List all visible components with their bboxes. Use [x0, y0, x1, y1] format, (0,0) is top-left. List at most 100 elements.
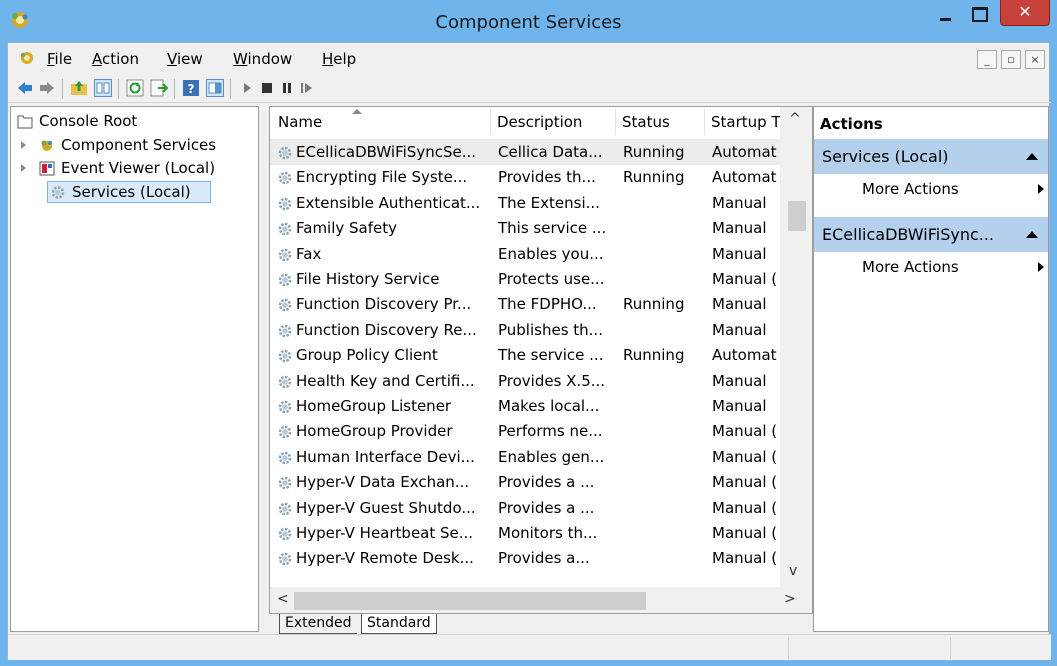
- forward-arrow-icon[interactable]: [38, 79, 56, 97]
- scroll-down-arrow-icon[interactable]: v: [789, 563, 797, 579]
- status-bar: [8, 634, 1051, 660]
- tree-item-event-viewer[interactable]: Event Viewer (Local): [21, 158, 252, 180]
- table-row[interactable]: Encrypting File Syste... Provides th... Ru…: [270, 164, 780, 190]
- scroll-up-arrow-icon[interactable]: ^: [789, 111, 801, 127]
- tab-extended[interactable]: Extended: [279, 614, 357, 634]
- actions-section-services-local[interactable]: Services (Local): [814, 138, 1048, 174]
- menu-view-key: V: [167, 50, 177, 68]
- title-bar[interactable]: Component Services ✕: [0, 0, 1057, 42]
- table-row[interactable]: Group Policy Client The service ... Runnin…: [270, 342, 780, 368]
- pause-service-icon[interactable]: [278, 79, 296, 97]
- horizontal-scroll-thumb[interactable]: [294, 592, 646, 610]
- gear-icon: [278, 349, 292, 363]
- child-minimize-button[interactable]: _: [977, 50, 997, 69]
- table-row[interactable]: Hyper-V Guest Shutdo... Provides a ... Man…: [270, 495, 780, 521]
- menu-action[interactable]: Action: [92, 50, 139, 68]
- table-row[interactable]: Hyper-V Data Exchan... Provides a ... Manu…: [270, 469, 780, 495]
- menu-file[interactable]: File: [47, 50, 72, 68]
- tree-item-component-services[interactable]: Component Services: [21, 135, 252, 157]
- client-area: File Action View Window Help _ ▫ × ? Con…: [7, 42, 1051, 660]
- column-divider[interactable]: [615, 109, 616, 135]
- table-row[interactable]: Family Safety This service ... Manual: [270, 215, 780, 241]
- vertical-scrollbar[interactable]: ^ v: [780, 107, 812, 587]
- export-list-icon[interactable]: [150, 79, 168, 97]
- service-status-cell: Running: [623, 346, 685, 364]
- collapse-arrow-icon[interactable]: [1026, 153, 1038, 160]
- service-startup-cell: Manual (: [712, 524, 778, 542]
- more-actions-selected-service[interactable]: More Actions: [814, 256, 1048, 280]
- service-status-cell: Running: [623, 168, 685, 186]
- tree-item-label: Console Root: [39, 112, 138, 130]
- stop-service-icon[interactable]: [258, 79, 276, 97]
- horizontal-scrollbar[interactable]: < >: [270, 587, 812, 613]
- show-action-pane-icon[interactable]: [206, 79, 224, 97]
- collapse-arrow-icon[interactable]: [1026, 231, 1038, 238]
- table-row[interactable]: ECellicaDBWiFiSyncSe... Cellica Data... Ru…: [270, 139, 780, 165]
- vertical-scroll-thumb[interactable]: [788, 201, 806, 231]
- minimize-button[interactable]: [930, 0, 960, 30]
- expand-arrow-icon[interactable]: [21, 141, 26, 149]
- table-row[interactable]: Hyper-V Remote Desk... Provides a... Manua…: [270, 545, 780, 571]
- column-header-name[interactable]: Name: [278, 107, 490, 137]
- column-header-label: Startup T: [711, 113, 781, 131]
- column-divider[interactable]: [704, 109, 705, 135]
- up-folder-icon[interactable]: [70, 79, 88, 97]
- start-service-icon[interactable]: [238, 79, 256, 97]
- help-icon[interactable]: ?: [182, 79, 200, 97]
- scroll-left-arrow-icon[interactable]: <: [277, 591, 289, 607]
- service-startup-cell: Manual (: [712, 448, 778, 466]
- refresh-icon[interactable]: [126, 79, 144, 97]
- actions-header: Actions: [820, 115, 883, 133]
- action-item-label: More Actions: [862, 258, 959, 276]
- table-row[interactable]: Health Key and Certifi... Provides X.5...…: [270, 368, 780, 394]
- table-row[interactable]: Function Discovery Pr... The FDPHO... Runn…: [270, 291, 780, 317]
- table-row[interactable]: HomeGroup Provider Performs ne... Manual (: [270, 418, 780, 444]
- table-row[interactable]: Fax Enables you... Manual: [270, 241, 780, 267]
- service-description-cell: Monitors th...: [498, 524, 598, 542]
- show-hide-tree-icon[interactable]: [94, 79, 112, 97]
- menu-window[interactable]: Window: [233, 50, 292, 68]
- system-menu-icon[interactable]: [18, 49, 36, 67]
- expand-arrow-icon[interactable]: [21, 164, 26, 172]
- service-name-cell: Group Policy Client: [296, 346, 438, 364]
- service-name-cell: Function Discovery Pr...: [296, 295, 472, 313]
- column-header-description[interactable]: Description: [497, 107, 617, 137]
- table-row[interactable]: HomeGroup Listener Makes local... Manual: [270, 393, 780, 419]
- maximize-button[interactable]: [963, 0, 993, 30]
- column-header-status[interactable]: Status: [622, 107, 706, 137]
- gear-icon: [278, 552, 292, 566]
- table-row[interactable]: Function Discovery Re... Publishes th... M…: [270, 317, 780, 343]
- service-startup-cell: Manual: [712, 372, 767, 390]
- service-status-cell: Running: [623, 143, 685, 161]
- tree-item-console-root[interactable]: Console Root: [15, 111, 215, 133]
- service-startup-cell: Automat: [712, 143, 777, 161]
- table-row[interactable]: Extensible Authenticat... The Extensi... M…: [270, 190, 780, 216]
- restart-service-icon[interactable]: [298, 79, 316, 97]
- column-divider[interactable]: [490, 109, 491, 135]
- menu-help[interactable]: Help: [322, 50, 356, 68]
- toolbar-separator: [230, 79, 231, 99]
- table-row[interactable]: Hyper-V Heartbeat Se... Monitors th... Man…: [270, 520, 780, 546]
- table-row[interactable]: Human Interface Devi... Enables gen... Man…: [270, 444, 780, 470]
- toolbar-separator: [118, 79, 119, 99]
- column-header-startup-type[interactable]: Startup T: [711, 107, 781, 137]
- service-name-cell: Family Safety: [296, 219, 398, 237]
- service-description-cell: Provides a ...: [498, 473, 595, 491]
- child-restore-button[interactable]: ▫: [1001, 50, 1021, 69]
- more-actions-services-local[interactable]: More Actions: [814, 178, 1048, 202]
- service-description-cell: Enables gen...: [498, 448, 605, 466]
- service-description-cell: Enables you...: [498, 245, 604, 263]
- child-close-button[interactable]: ×: [1025, 50, 1045, 69]
- back-arrow-icon[interactable]: [16, 79, 34, 97]
- actions-section-selected-service[interactable]: ECellicaDBWiFiSync...: [814, 216, 1048, 252]
- menu-view[interactable]: View: [167, 50, 203, 68]
- close-button[interactable]: ✕: [1000, 0, 1050, 26]
- gear-icon: [278, 146, 292, 160]
- scroll-right-arrow-icon[interactable]: >: [784, 591, 796, 607]
- gear-icon: [278, 502, 292, 516]
- gear-icon: [278, 451, 292, 465]
- table-row[interactable]: File History Service Protects use... Manua…: [270, 266, 780, 292]
- tab-standard[interactable]: Standard: [361, 614, 437, 634]
- service-startup-cell: Manual (: [712, 473, 778, 491]
- tree-item-services-local[interactable]: Services (Local): [47, 181, 211, 203]
